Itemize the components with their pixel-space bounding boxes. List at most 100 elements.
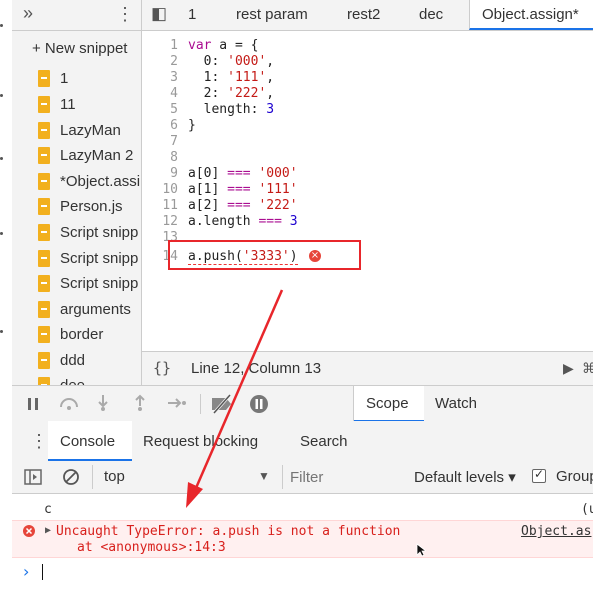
deactivate-breakpoints-icon[interactable] — [210, 394, 234, 414]
tab-dec[interactable]: dec — [419, 6, 443, 23]
pause-icon[interactable] — [26, 397, 40, 411]
tab-rest-param[interactable]: rest param — [236, 6, 308, 23]
drawer-menu-button[interactable]: ⋮ — [30, 431, 48, 452]
code-line-5: length: 3 — [188, 102, 275, 117]
tab-request-blocking[interactable]: Request blocking — [143, 433, 258, 450]
console-toolbar: top ▼ Default levels ▾ ✓ Group — [12, 461, 593, 494]
toolbar-divider — [200, 394, 201, 414]
clear-console-icon[interactable] — [62, 468, 80, 486]
snippet-item[interactable]: Script snipp — [12, 221, 141, 246]
snippet-item[interactable]: border — [12, 323, 141, 348]
snippet-file-icon — [38, 352, 50, 369]
more-tabs-button[interactable]: » — [23, 3, 33, 24]
console-log-source[interactable]: (u — [581, 502, 593, 517]
snippet-file-icon — [38, 173, 50, 190]
code-line-2: 0: '000', — [188, 54, 275, 69]
snippet-item[interactable]: LazyMan 2 — [12, 144, 141, 169]
log-levels-dropdown[interactable]: Default levels ▾ — [414, 468, 516, 486]
line-number: 1 — [170, 38, 178, 53]
snippet-item[interactable]: LazyMan — [12, 119, 141, 144]
snippet-label: LazyMan — [60, 122, 121, 139]
step-into-icon[interactable] — [96, 394, 110, 412]
pause-on-exceptions-icon[interactable] — [249, 394, 269, 414]
debugger-toolbar: Scope Watch — [12, 385, 593, 423]
cursor-position: Line 12, Column 13 — [191, 360, 322, 377]
snippet-file-icon — [38, 250, 50, 267]
command-key-icon: ⌘ — [582, 360, 593, 376]
code-line-4: 2: '222', — [188, 86, 275, 101]
editor-tab-bar: ◧ 1 rest param rest2 dec Object.assign* — [142, 0, 593, 31]
error-source-link[interactable]: Object.as — [521, 524, 591, 539]
code-line-1: var a = { — [188, 38, 259, 53]
console-log-line: c — [44, 502, 52, 517]
snippet-file-icon — [38, 301, 50, 318]
snippet-label: border — [60, 326, 104, 343]
step-icon[interactable] — [166, 396, 188, 410]
error-stack-trace: at <anonymous>:14:3 — [77, 540, 226, 555]
snippet-label: ddd — [60, 352, 86, 369]
line-number: 2 — [170, 54, 178, 69]
line-number: 8 — [170, 150, 178, 165]
snippet-file-icon — [38, 122, 50, 139]
console-output: c (u ▶ Uncaught TypeError: a.push is not… — [12, 494, 593, 591]
drawer-tab-bar: ⋮ Console Request blocking Search — [12, 421, 593, 462]
group-similar-checkbox[interactable]: ✓ — [532, 467, 546, 483]
code-line-9: a[0] === '000' — [188, 166, 298, 181]
context-selector[interactable]: top ▼ — [96, 461, 276, 493]
tab-console[interactable]: Console — [48, 421, 132, 461]
snippet-label: arguments — [60, 301, 131, 318]
run-snippet-icon[interactable]: ▶ — [563, 360, 574, 377]
mouse-cursor-icon — [416, 543, 426, 557]
console-error-message: ▶ Uncaught TypeError: a.push is not a fu… — [12, 520, 593, 558]
snippet-item[interactable]: Person.js — [12, 195, 141, 220]
snippet-file-icon — [38, 326, 50, 343]
snippets-sidebar: » ⋮ + New snippet 1 11 LazyMan LazyMan 2… — [12, 0, 142, 388]
tab-console-label: Console — [60, 433, 116, 450]
snippet-file-icon — [38, 275, 50, 292]
snippet-item[interactable]: arguments — [12, 298, 141, 323]
tab-object-assign-label: Object.assign* — [482, 6, 579, 23]
show-sidebar-icon[interactable] — [24, 468, 42, 486]
snippet-label: LazyMan 2 — [60, 147, 134, 164]
annotation-highlight-box — [168, 240, 361, 270]
line-number: 6 — [170, 118, 178, 133]
snippet-item[interactable]: 1 — [12, 67, 141, 92]
group-similar-label: Group — [556, 468, 593, 485]
snippet-item[interactable]: Script snipp — [12, 247, 141, 272]
line-number: 7 — [170, 134, 178, 149]
tab-object-assign[interactable]: Object.assign* — [469, 0, 593, 30]
snippet-item[interactable]: 11 — [12, 93, 141, 118]
tab-search[interactable]: Search — [300, 433, 348, 450]
line-number: 3 — [170, 70, 178, 85]
snippet-item[interactable]: ddd — [12, 349, 141, 374]
tab-watch[interactable]: Watch — [435, 395, 477, 412]
tab-rest2[interactable]: rest2 — [347, 6, 380, 23]
snippet-item[interactable]: *Object.assi — [12, 170, 141, 195]
snippet-file-icon — [38, 70, 50, 87]
line-number: 12 — [162, 214, 178, 229]
console-prompt-icon: › — [23, 562, 30, 581]
line-number: 5 — [170, 102, 178, 117]
tab-1[interactable]: 1 — [188, 6, 196, 23]
pretty-print-button[interactable]: {} — [153, 359, 171, 377]
toggle-navigator-icon[interactable]: ◧ — [151, 4, 167, 24]
code-editor[interactable]: 1 2 3 4 5 6 7 8 9 10 11 12 13 14 var a =… — [142, 31, 593, 351]
tab-scope[interactable]: Scope — [354, 386, 424, 422]
toolbar-divider — [92, 465, 93, 489]
snippet-label: Script snipp — [60, 275, 139, 292]
console-input-caret[interactable] — [42, 564, 43, 580]
snippet-label: 11 — [60, 96, 76, 113]
step-out-icon[interactable] — [133, 394, 147, 412]
sidebar-menu-button[interactable]: ⋮ — [116, 4, 134, 25]
code-line-11: a[2] === '222' — [188, 198, 298, 213]
tab-scope-label: Scope — [366, 395, 409, 412]
new-snippet-button[interactable]: + New snippet — [12, 36, 141, 64]
code-line-12: a.length === 3 — [188, 214, 298, 229]
step-over-icon[interactable] — [58, 395, 80, 411]
console-filter-input[interactable] — [288, 465, 402, 489]
line-number: 9 — [170, 166, 178, 181]
expand-triangle-icon[interactable]: ▶ — [45, 525, 51, 536]
snippet-item[interactable]: Script snipp — [12, 272, 141, 297]
chevron-down-icon: ▼ — [258, 469, 270, 483]
snippet-file-icon — [38, 224, 50, 241]
